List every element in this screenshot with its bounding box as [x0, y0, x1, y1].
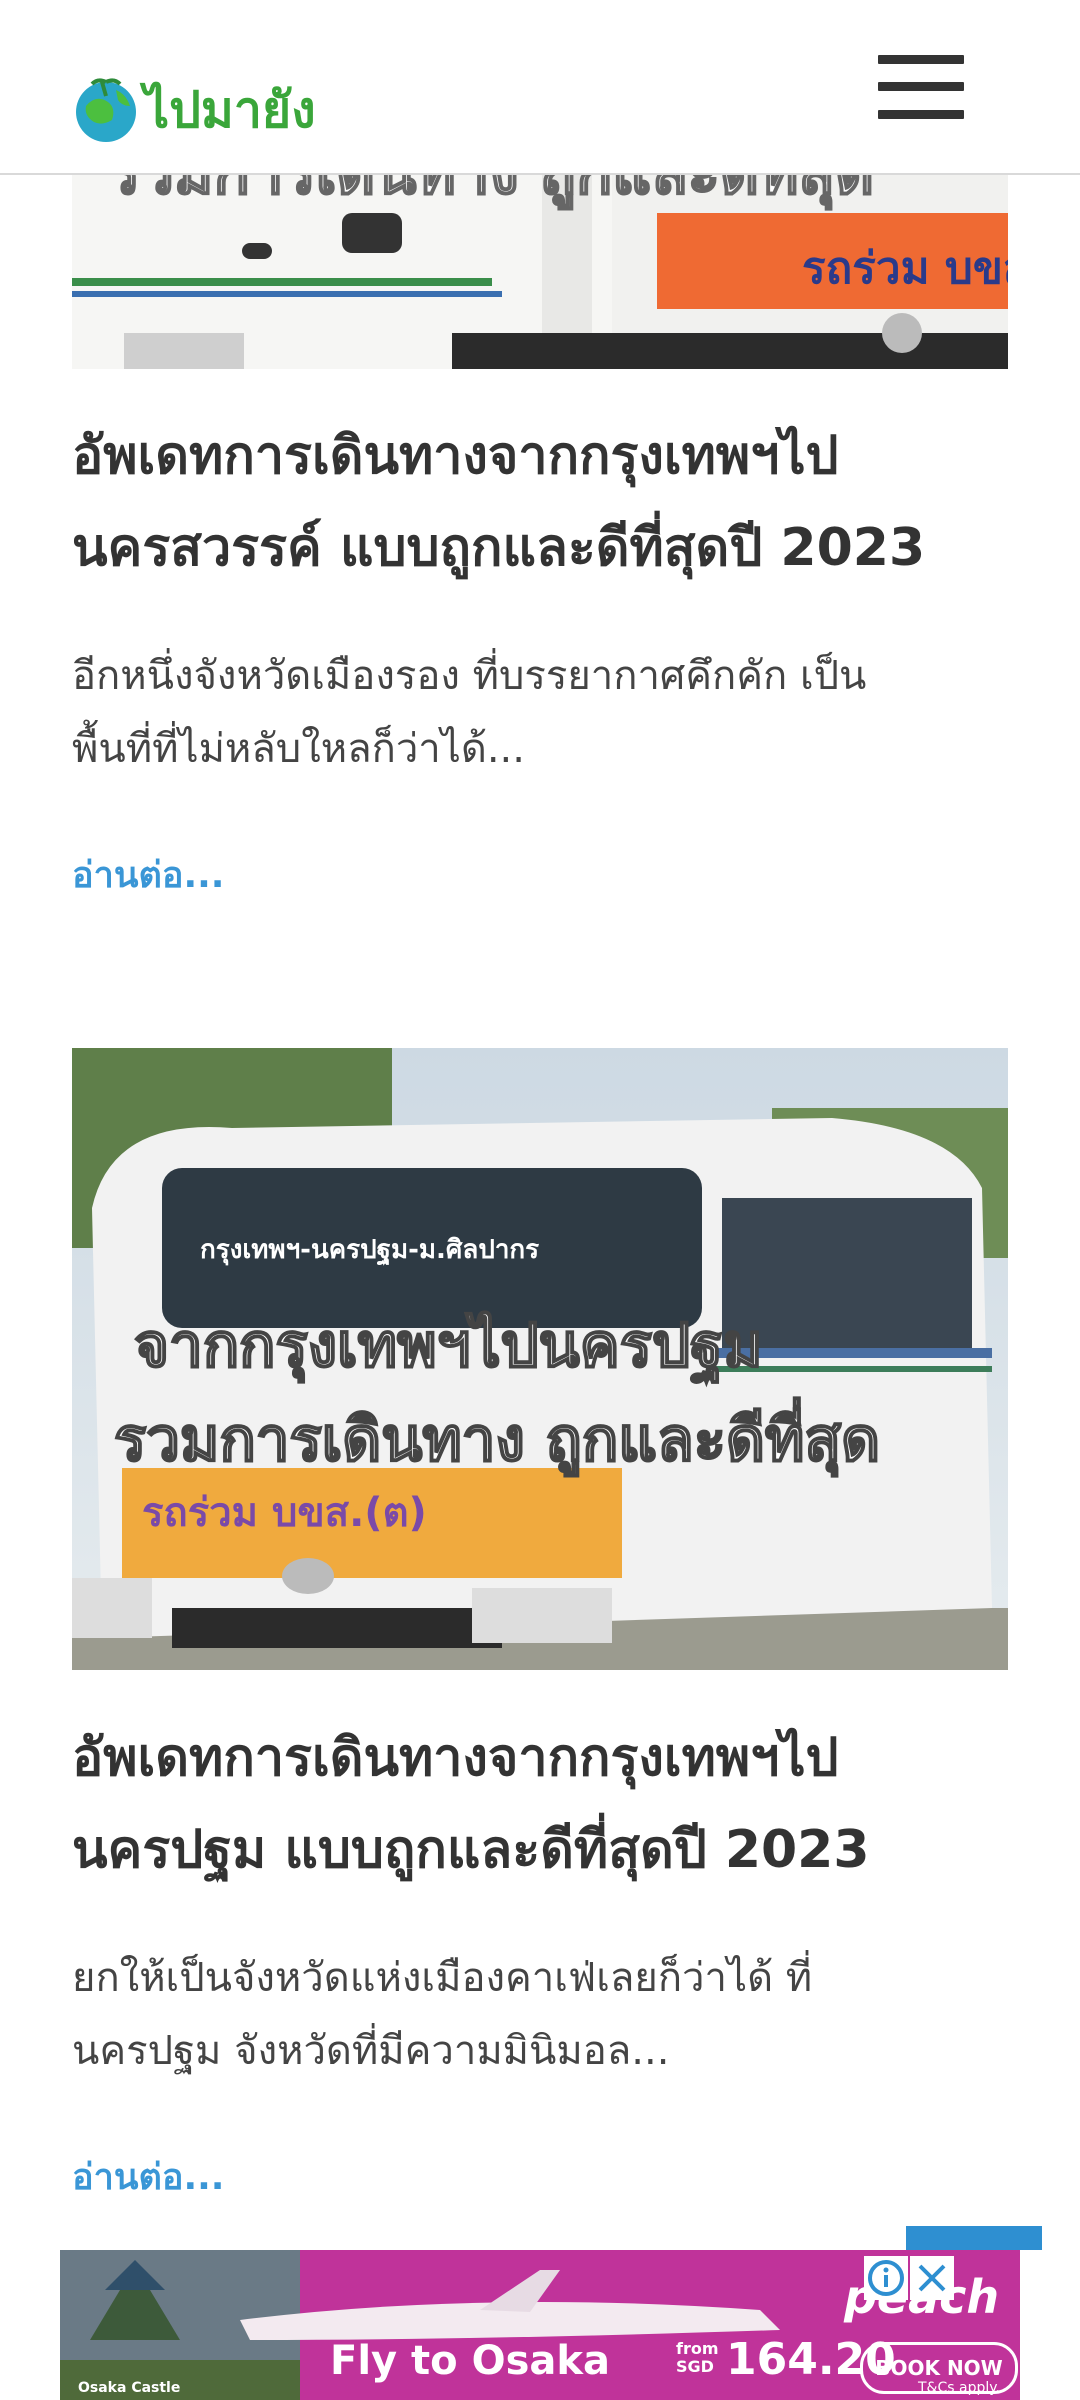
minibus-photo: กรุงเทพฯ-นครปฐม-ม.ศิลปากร จากกรุงเทพฯไปน… [72, 1048, 1008, 1670]
ad-info-icon[interactable] [864, 2256, 908, 2300]
ad-tab [906, 2226, 1042, 2250]
excerpt-line: พื้นที่ที่ไม่หลับใหลก็ว่าได้... [72, 726, 525, 772]
title-line: นครสวรรค์ แบบถูกและดีที่สุดปี 2023 [72, 518, 926, 578]
ad-close-icon[interactable] [910, 2256, 954, 2300]
thumbnail-overlay-text: รวมการเดินทาง ถูกและดีที่สุด [108, 173, 874, 210]
currency-text: SGD [676, 2357, 714, 2376]
van-photo: รวมการเดินทาง ถูกและดีที่สุด รถร่วม บขส.… [72, 173, 1008, 369]
menu-bar [878, 110, 964, 119]
excerpt-line: ยกให้เป็นจังหวัดแห่งเมืองคาเฟ่เลยก็ว่าได… [72, 1955, 813, 2001]
article-excerpt: ยกให้เป็นจังหวัดแห่งเมืองคาเฟ่เลยก็ว่าได… [72, 1942, 1008, 2088]
title-line: นครปฐม แบบถูกและดีที่สุดปี 2023 [72, 1820, 870, 1880]
article-thumbnail[interactable]: รวมการเดินทาง ถูกและดีที่สุด รถร่วม บขส.… [72, 173, 1008, 369]
excerpt-line: นครปฐม จังหวัดที่มีความมินิมอล... [72, 2028, 670, 2074]
ad-from-label: from SGD [676, 2340, 719, 2376]
menu-bar [878, 82, 964, 91]
ad-terms: T&Cs apply. [918, 2380, 1000, 2396]
article-title[interactable]: อัพเดทการเดินทางจากกรุงเทพฯไป นครสวรรค์ … [72, 410, 1008, 594]
article-thumbnail[interactable]: กรุงเทพฯ-นครปฐม-ม.ศิลปากร จากกรุงเทพฯไปน… [72, 1048, 1008, 1670]
read-more-link[interactable]: อ่านต่อ... [72, 846, 224, 903]
article-excerpt: อีกหนึ่งจังหวัดเมืองรอง ที่บรรยากาศคึกคั… [72, 640, 1008, 786]
title-line: อัพเดทการเดินทางจากกรุงเทพฯไป [72, 1728, 839, 1788]
excerpt-line: อีกหนึ่งจังหวัดเมืองรอง ที่บรรยากาศคึกคั… [72, 653, 867, 699]
read-more-link[interactable]: อ่านต่อ... [72, 2148, 224, 2205]
thumbnail-overlay-text: จากกรุงเทพฯไปนครปฐม [134, 1310, 763, 1384]
hamburger-menu-icon[interactable] [878, 55, 964, 119]
globe-icon [76, 78, 136, 142]
site-logo[interactable]: ไปมายัง [72, 70, 316, 150]
title-line: อัพเดทการเดินทางจากกรุงเทพฯไป [72, 426, 839, 486]
article-title[interactable]: อัพเดทการเดินทางจากกรุงเทพฯไป นครปฐม แบบ… [72, 1712, 1008, 1896]
logo-text: ไปมายัง [144, 80, 316, 139]
site-header: ไปมายัง [0, 0, 1080, 175]
menu-bar [878, 55, 964, 64]
from-text: from [676, 2339, 719, 2358]
thumbnail-overlay-text: รวมการเดินทาง ถูกและดีที่สุด [114, 1397, 880, 1477]
route-sign-text: กรุงเทพฯ-นครปฐม-ม.ศิลปากร [200, 1235, 539, 1267]
vehicle-sign-text: รถร่วม บขส.(ต) [142, 1490, 427, 1536]
vehicle-sign-text: รถร่วม บขส.( [802, 243, 1008, 294]
ad-caption: Osaka Castle [78, 2380, 181, 2396]
ad-headline: Fly to Osaka [330, 2338, 610, 2384]
